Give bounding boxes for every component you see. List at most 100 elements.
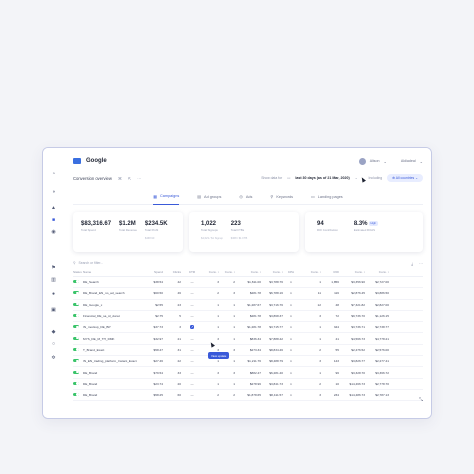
column-header[interactable]: Conv. ↕ xyxy=(219,270,235,274)
table-row[interactable]: IN_mockup_DE_BP $37.73 3 ↗ 1 1 $1,281.78 $3,715… xyxy=(73,322,423,334)
toggle-on-icon[interactable] xyxy=(73,291,79,295)
table-row[interactable]: Financial_DE_sa_id_donut $2.75 5 — 1 1 $281.78… xyxy=(73,311,423,323)
table-cell: $38.54 xyxy=(153,280,163,285)
tab-ad-groups[interactable]: ▤ Ad groups xyxy=(197,189,221,205)
column-header[interactable]: Conv. ↕ xyxy=(235,270,261,274)
toggle-on-icon[interactable] xyxy=(73,393,79,397)
table-cell: 41 xyxy=(335,336,339,341)
download-icon[interactable]: ⤓ xyxy=(411,261,413,266)
dashboard-icon[interactable]: ◑ xyxy=(51,190,56,195)
campaign-name[interactable]: MYS_DE_M_TH_DMK xyxy=(83,337,143,341)
campaign-name[interactable]: IN_EN_trading_platform_Instant_Exact xyxy=(83,359,143,363)
column-header[interactable]: ROI xyxy=(321,270,339,274)
column-header[interactable]: Spend xyxy=(143,270,163,274)
tab-ads[interactable]: ◎ Ads xyxy=(239,189,252,205)
campaign-name[interactable]: DE_Google_x xyxy=(83,303,143,307)
flag-icon[interactable]: ⚑ xyxy=(51,266,56,271)
toggle-on-icon[interactable] xyxy=(73,370,79,374)
status-toggle[interactable] xyxy=(73,347,83,352)
table-cell: 3 xyxy=(179,325,181,330)
share-icon[interactable]: ⇱ xyxy=(128,176,131,181)
countries-filter[interactable]: ⊕ All countries ⌄ xyxy=(387,174,423,182)
campaign-name[interactable]: DE_Brand xyxy=(83,371,143,375)
table-cell: 22 xyxy=(177,359,181,364)
lock-icon[interactable]: ▣ xyxy=(51,308,56,313)
table-row[interactable]: MYS_DE_M_TH_DMK $32.97 21 — 3 1 $836.34 $7,888.… xyxy=(73,333,423,345)
toggle-on-icon[interactable] xyxy=(73,359,79,363)
bell-icon[interactable]: ◆ xyxy=(51,330,56,335)
user-icon[interactable]: ● xyxy=(51,292,56,297)
trend-icon[interactable]: ↗ xyxy=(189,325,195,330)
status-toggle[interactable] xyxy=(73,280,83,284)
column-header[interactable]: Conv. ↕ xyxy=(203,270,219,274)
toggle-on-icon[interactable] xyxy=(73,347,79,351)
tab-keywords[interactable]: ⚲ Keywords xyxy=(270,189,293,205)
toggle-on-icon[interactable] xyxy=(73,325,79,329)
link-icon[interactable]: ⌘ xyxy=(118,176,122,181)
toggle-on-icon[interactable] xyxy=(73,302,79,306)
table-cell: $3,886.50 xyxy=(375,291,389,296)
campaign-name[interactable]: IN_mockup_DE_BP xyxy=(83,325,143,329)
table-row[interactable]: T_Brand_Exact $58.47 31—3 3 $273.34 $8,834.46… xyxy=(73,345,423,357)
table-row[interactable]: DE_Brand_EN_no_ad_search $60.50 46 — 2 3 $281.… xyxy=(73,288,423,300)
table-row[interactable]: DE_Google_x $2.55 23 — 1 1 $1,287.67 $3,716.76 ⋏… xyxy=(73,300,423,311)
campaign-name[interactable]: DE_Brand_EN_no_ad_search xyxy=(83,291,143,295)
resize-handle-icon[interactable]: ⤡ xyxy=(419,397,423,403)
campaign-name[interactable]: Financial_DE_sa_id_donut xyxy=(83,314,143,318)
table-row[interactable]: IN_EN_trading_platform_Instant_Exact $27.… xyxy=(73,356,423,368)
status-toggle[interactable] xyxy=(73,314,83,318)
target-icon[interactable]: ◉ xyxy=(51,230,56,235)
toggle-on-icon[interactable] xyxy=(73,336,79,340)
table-row[interactable]: DE_Search $38.54 42 — 3 2 $1,811.00 $3,788.76 ⋏ 1… xyxy=(73,277,423,289)
column-header[interactable]: Clicks xyxy=(163,270,181,274)
user-name[interactable]: Alison xyxy=(370,159,380,163)
tab-landing-pages[interactable]: ▭ Landing pages xyxy=(311,189,343,205)
campaign-name[interactable]: DE_Brand xyxy=(83,382,143,386)
table-cell: 1 xyxy=(319,325,321,330)
rocket-icon[interactable]: ▲ xyxy=(51,206,56,211)
status-toggle[interactable] xyxy=(73,381,83,386)
column-header[interactable]: Conv. ↕ xyxy=(261,270,283,274)
reports-icon[interactable]: ■ xyxy=(51,218,56,223)
toggle-on-icon[interactable] xyxy=(73,381,79,385)
toggle-on-icon[interactable] xyxy=(73,280,79,284)
calendar-icon[interactable]: ▭ xyxy=(287,176,290,180)
status-toggle[interactable] xyxy=(73,370,83,375)
workspace-name[interactable]: Aldiadeal xyxy=(401,159,416,163)
chart-icon[interactable]: ▥ xyxy=(51,278,56,283)
table-row[interactable]: DE_Brand $79.54 33—3 3 $882.47 $6,281.40 ⋏ 1 96 $… xyxy=(73,367,423,379)
column-header[interactable]: CTR xyxy=(181,270,203,274)
column-header[interactable]: Status xyxy=(73,270,83,274)
column-header[interactable]: Conv. ↕ xyxy=(365,270,389,274)
table-row[interactable]: DE_Brand $58.25 60 — 2 2 $1,878.65 $8,411.57 ⋏ 3 2… xyxy=(73,390,423,402)
table-cell: $3,868.37 xyxy=(269,314,283,319)
status-toggle[interactable] xyxy=(73,302,83,307)
avatar[interactable] xyxy=(358,157,366,165)
more-icon[interactable]: ··· xyxy=(137,176,141,181)
status-toggle[interactable] xyxy=(73,325,83,329)
status-toggle[interactable] xyxy=(73,291,83,295)
date-range-selector[interactable]: last 30 days (as of 21 Mar, 2020) xyxy=(295,176,349,180)
tab-campaigns[interactable]: ▦ Campaigns xyxy=(153,189,180,205)
chevron-down-icon[interactable]: ⌄ xyxy=(355,176,358,180)
chevron-down-icon[interactable]: ⌄ xyxy=(420,159,423,164)
more-icon[interactable]: ··· xyxy=(419,261,423,266)
search-input[interactable]: Search or filter... xyxy=(78,261,103,265)
chevron-down-icon[interactable]: ⌄ xyxy=(383,159,386,164)
settings-icon[interactable]: ✲ xyxy=(51,356,56,361)
status-toggle[interactable] xyxy=(73,393,83,397)
help-icon[interactable]: ○ xyxy=(51,342,56,347)
campaign-name[interactable]: DE_Search xyxy=(83,280,143,284)
campaign-name[interactable]: T_Brand_Exact xyxy=(83,348,143,352)
toggle-on-icon[interactable] xyxy=(73,314,79,318)
table-cell: 3 xyxy=(319,359,321,364)
column-header[interactable]: Conv. ↕ xyxy=(299,270,321,274)
column-header[interactable]: Conv. ↕ xyxy=(339,270,365,274)
status-toggle[interactable] xyxy=(73,336,83,341)
column-header[interactable]: Name xyxy=(83,270,143,274)
table-row[interactable]: DE_Brand $23.74 20 — 1 1 $278.96 $3,841.73 ⋏ 2 10 $… xyxy=(73,379,423,390)
column-header[interactable]: CPA xyxy=(283,270,299,274)
pie-chart-icon[interactable]: ◔ xyxy=(51,172,56,177)
status-toggle[interactable] xyxy=(73,359,83,363)
campaign-name[interactable]: DE_Brand xyxy=(83,393,143,397)
